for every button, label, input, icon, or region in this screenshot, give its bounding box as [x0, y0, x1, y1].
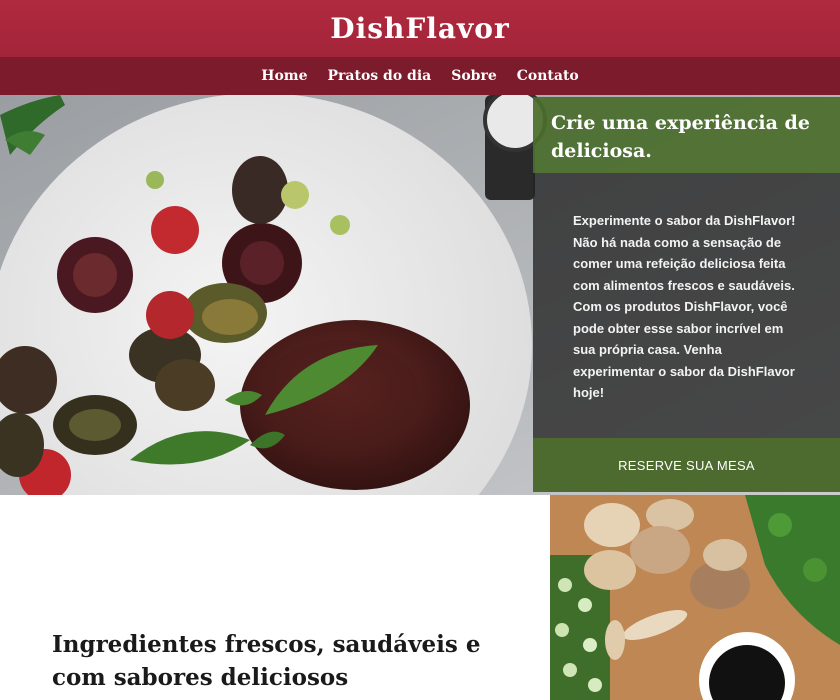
site-header: DishFlavor — [0, 0, 840, 57]
hero-card-title: Crie uma experiência de deliciosa. — [551, 112, 810, 162]
ingredients-section: Ingredientes frescos, saudáveis e com sa… — [0, 495, 840, 700]
nav-pratos-do-dia[interactable]: Pratos do dia — [328, 68, 432, 84]
nav-home[interactable]: Home — [261, 68, 307, 84]
section-title: Ingredientes frescos, saudáveis e com sa… — [52, 631, 481, 691]
main-nav: Home Pratos do dia Sobre Contato — [0, 57, 840, 95]
hero-card-text: Experimente o sabor da DishFlavor! Não h… — [573, 213, 796, 400]
nav-contato[interactable]: Contato — [517, 68, 579, 84]
hero-card-header: Crie uma experiência de deliciosa. — [533, 97, 840, 173]
nav-sobre[interactable]: Sobre — [451, 68, 497, 84]
reserve-table-button[interactable]: RESERVE SUA MESA — [533, 438, 840, 492]
hero-card-body: Experimente o sabor da DishFlavor! Não h… — [533, 173, 840, 438]
brand-logo[interactable]: DishFlavor — [330, 12, 509, 45]
ingredients-photo — [550, 495, 840, 700]
